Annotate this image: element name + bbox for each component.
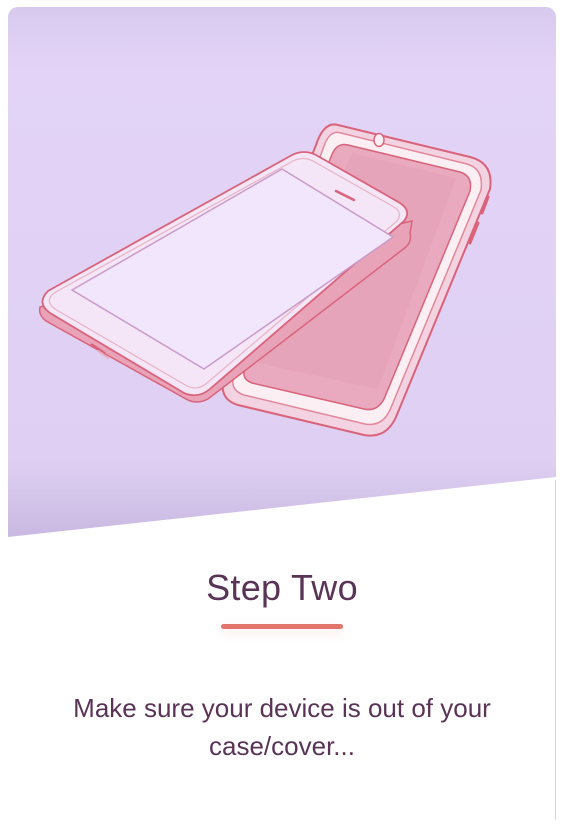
phone-removed-from-case-illustration (8, 7, 556, 537)
onboarding-step-card: Step Two Make sure your device is out of… (8, 7, 556, 835)
step-description: Make sure your device is out of your cas… (73, 693, 491, 761)
hero-illustration-area (8, 7, 556, 547)
step-title: Step Two (206, 567, 358, 608)
title-divider-accent (221, 624, 343, 629)
card-right-edge (555, 480, 556, 820)
